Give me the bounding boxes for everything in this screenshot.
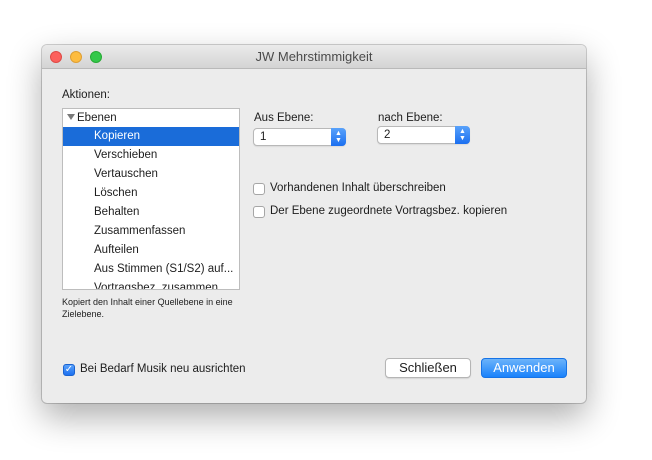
list-item-zusammenfassen[interactable]: Zusammenfassen (63, 222, 239, 241)
up-down-chevron-icon[interactable]: ▲ ▼ (331, 128, 346, 146)
to-layer-value: 2 (384, 129, 391, 141)
overwrite-checkbox[interactable] (253, 183, 265, 195)
window-title: JW Mehrstimmigkeit (255, 49, 373, 64)
to-layer-select[interactable]: 2 ▲ ▼ (377, 126, 470, 144)
list-item-aus-stimmen[interactable]: Aus Stimmen (S1/S2) auf... (63, 260, 239, 279)
list-item-aufteilen[interactable]: Aufteilen (63, 241, 239, 260)
realign-checkbox[interactable]: ✓ (63, 364, 75, 376)
list-item-kopieren[interactable]: Kopieren (63, 127, 239, 146)
copy-expressions-checkbox[interactable] (253, 206, 265, 218)
list-item-vortragsbez-zusammen[interactable]: Vortragsbez. zusammen (63, 279, 239, 289)
actions-label: Aktionen: (62, 89, 110, 101)
disclosure-triangle-icon[interactable] (67, 114, 75, 120)
list-item-behalten[interactable]: Behalten (63, 203, 239, 222)
actions-list[interactable]: Ebenen Kopieren Verschieben Vertauschen … (62, 108, 240, 290)
copy-expressions-label[interactable]: Der Ebene zugeordnete Vortragsbez. kopie… (270, 205, 507, 217)
overwrite-label[interactable]: Vorhandenen Inhalt überschreiben (270, 182, 446, 194)
from-layer-label: Aus Ebene: (254, 112, 314, 124)
realign-label[interactable]: Bei Bedarf Musik neu ausrichten (80, 363, 246, 375)
action-description: Kopiert den Inhalt einer Quellebene in e… (62, 297, 233, 319)
checkmark-icon: ✓ (64, 364, 74, 375)
list-group-label: Ebenen (77, 112, 117, 124)
list-group-ebenen[interactable]: Ebenen (67, 112, 117, 128)
from-layer-select[interactable]: 1 ▲ ▼ (253, 128, 346, 146)
close-button[interactable]: Schließen (385, 358, 471, 378)
dialog-window: JW Mehrstimmigkeit Aktionen: Ebenen Kopi… (42, 45, 586, 403)
title-bar: JW Mehrstimmigkeit (42, 45, 586, 69)
list-item-verschieben[interactable]: Verschieben (63, 146, 239, 165)
from-layer-value: 1 (260, 131, 267, 143)
to-layer-label: nach Ebene: (378, 112, 443, 124)
list-item-vertauschen[interactable]: Vertauschen (63, 165, 239, 184)
apply-button[interactable]: Anwenden (481, 358, 567, 378)
list-item-loeschen[interactable]: Löschen (63, 184, 239, 203)
up-down-chevron-icon[interactable]: ▲ ▼ (455, 126, 470, 144)
